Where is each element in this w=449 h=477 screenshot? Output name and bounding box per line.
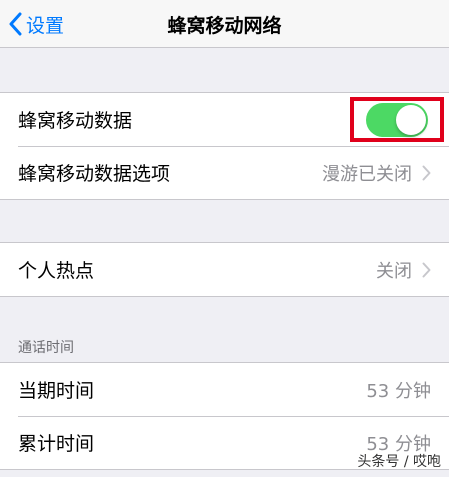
current-period-value: 53 分钟 xyxy=(366,380,431,402)
toggle-knob xyxy=(396,104,426,135)
chevron-right-icon xyxy=(422,262,431,277)
cellular-options-row[interactable]: 蜂窝移动数据选项 漫游已关闭 xyxy=(0,146,449,199)
cellular-group: 蜂窝移动数据 蜂窝移动数据选项 漫游已关闭 xyxy=(0,92,449,200)
watermark: 头条号 / 哎咆 xyxy=(357,454,441,470)
navigation-bar: 设置 蜂窝移动网络 xyxy=(0,0,449,48)
current-period-label: 当期时间 xyxy=(18,380,95,402)
highlight-box xyxy=(350,97,444,142)
chevron-right-icon xyxy=(422,165,431,180)
personal-hotspot-row[interactable]: 个人热点 关闭 xyxy=(0,243,449,296)
cellular-options-value: 漫游已关闭 xyxy=(322,163,412,185)
personal-hotspot-label: 个人热点 xyxy=(18,260,95,282)
cellular-data-toggle[interactable] xyxy=(366,102,428,137)
current-period-row: 当期时间 53 分钟 xyxy=(0,363,449,416)
page-title: 蜂窝移动网络 xyxy=(167,14,282,37)
cellular-options-label: 蜂窝移动数据选项 xyxy=(18,163,171,185)
call-time-section-header: 通话时间 xyxy=(18,340,74,356)
hotspot-group: 个人热点 关闭 xyxy=(0,242,449,297)
cellular-data-row: 蜂窝移动数据 xyxy=(0,93,449,146)
personal-hotspot-value: 关闭 xyxy=(376,260,412,282)
lifetime-label: 累计时间 xyxy=(18,433,95,455)
